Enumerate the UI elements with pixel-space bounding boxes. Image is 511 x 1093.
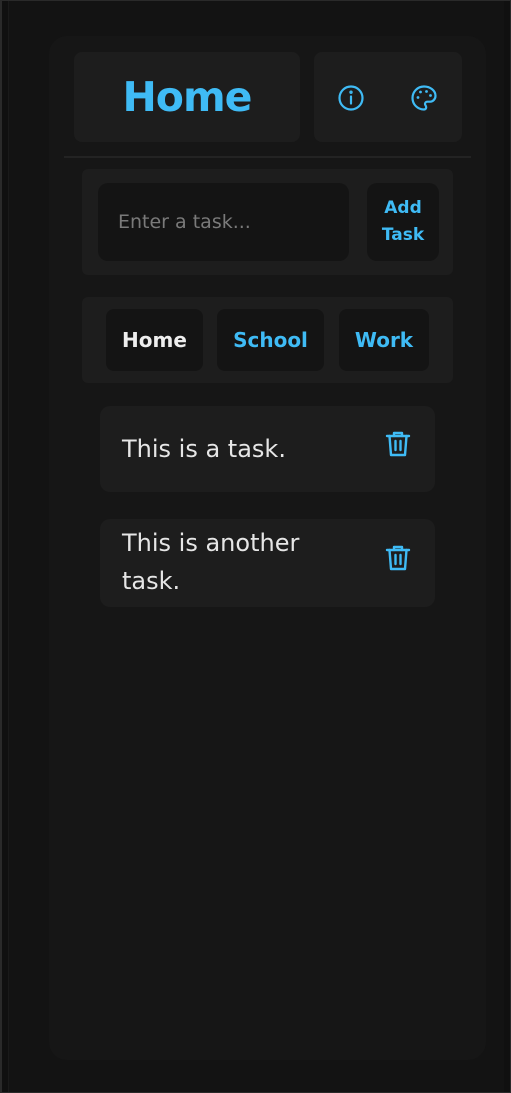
tab-home[interactable]: Home <box>106 309 203 371</box>
task-input-panel: Add Task <box>82 169 453 275</box>
window-frame: Home Enter a task... Add Task Home Schoo… <box>0 0 511 1093</box>
task-input[interactable] <box>98 183 349 261</box>
add-task-button[interactable]: Add Task <box>367 183 439 261</box>
window-background: Home Enter a task... Add Task Home Schoo… <box>8 1 504 1092</box>
header-title-panel: Home <box>74 52 300 142</box>
info-icon[interactable] <box>336 83 366 113</box>
tab-work[interactable]: Work <box>339 309 429 371</box>
tab-school[interactable]: School <box>217 309 324 371</box>
task-text: This is a task. <box>122 435 286 463</box>
page-title: Home <box>122 73 252 121</box>
palette-icon[interactable] <box>409 83 439 113</box>
todo-app-container: Home Enter a task... Add Task Home Schoo… <box>49 36 486 1060</box>
task-item: This is another task. <box>100 519 435 607</box>
add-task-label-line1: Add <box>384 198 422 218</box>
task-item: This is a task. <box>100 406 435 492</box>
trash-icon[interactable] <box>385 430 411 458</box>
header-icon-panel <box>314 52 462 142</box>
category-tabs: Home School Work <box>82 297 453 383</box>
task-text: This is another task. <box>122 529 300 595</box>
trash-icon[interactable] <box>385 544 411 572</box>
header-divider <box>64 156 471 158</box>
add-task-label-line2: Task <box>381 225 425 245</box>
